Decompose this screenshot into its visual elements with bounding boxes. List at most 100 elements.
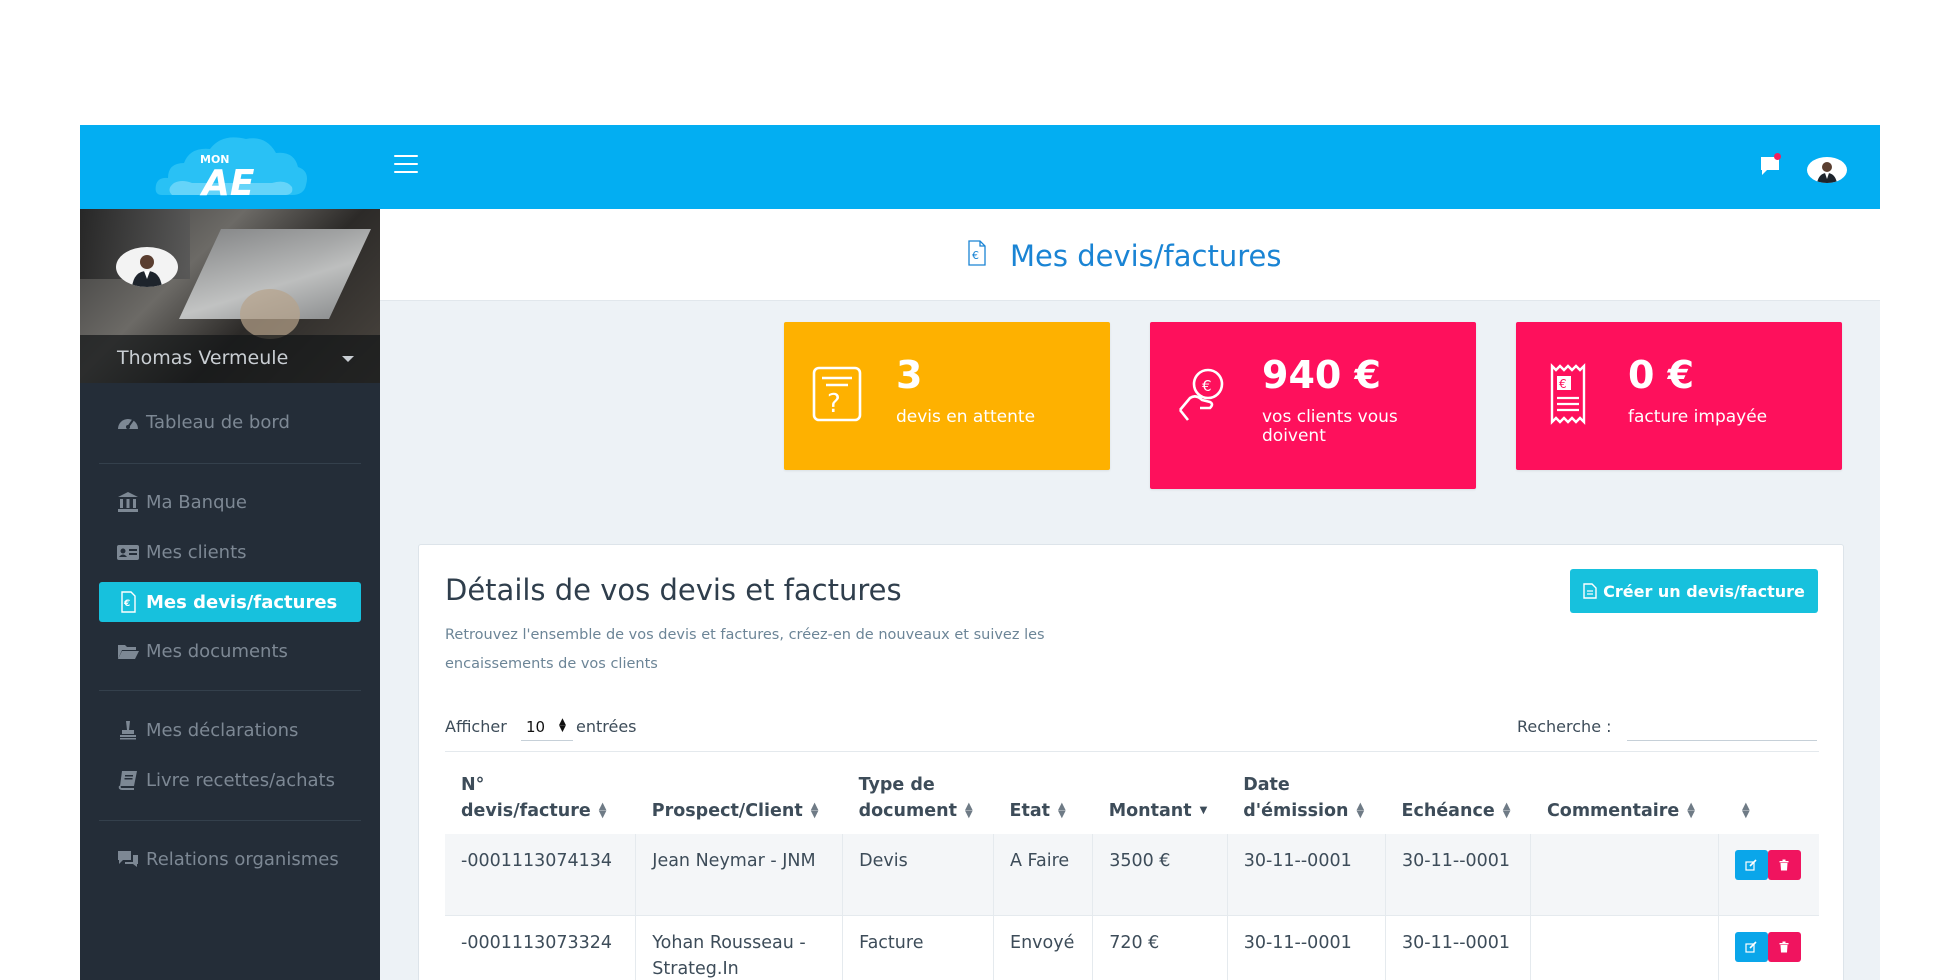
show-label: Afficher — [445, 717, 507, 736]
column-header-emission[interactable]: Date d'émission ▲ ▼ — [1227, 751, 1386, 834]
dashboard-icon — [118, 419, 138, 429]
sidebar-item-mes-documents[interactable]: Mes documents — [99, 626, 361, 676]
sidebar-item-label: Mes déclarations — [146, 719, 299, 741]
sidebar-item-mes-clients[interactable]: Mes clients — [99, 527, 361, 577]
caret-down-icon[interactable] — [342, 356, 354, 362]
invoices-table: N° devis/facture ▲ ▼ Prospect/Client ▲ ▼ Type… — [445, 751, 1819, 980]
column-header-client[interactable]: Prospect/Client ▲ ▼ — [635, 751, 843, 834]
stat-label: vos clients vous doivent — [1262, 407, 1398, 446]
select-arrows-icon: ▲ ▼ — [559, 717, 566, 734]
table-row[interactable]: -0001113074134 Jean Neymar - JNM Devis A… — [445, 833, 1819, 916]
cell-commentaire — [1530, 915, 1719, 980]
edit-button[interactable] — [1734, 849, 1768, 880]
stat-card-clients-doivent[interactable]: € 940 € vos clients vous doivent — [1150, 322, 1476, 489]
sort-icon: ▲ ▼ — [964, 800, 973, 820]
app-logo[interactable]: MON AE — [152, 133, 310, 204]
sidebar-item-mes-declarations[interactable]: Mes déclarations — [99, 705, 361, 755]
cell-actions — [1718, 833, 1819, 916]
sort-icon: ▲ ▼ — [1058, 800, 1066, 820]
svg-text:€: € — [123, 599, 130, 609]
cell-type: Facture — [842, 915, 995, 980]
sidebar-item-label: Mes clients — [146, 541, 247, 563]
invoice-icon: € — [121, 591, 136, 613]
delete-button[interactable] — [1767, 932, 1801, 962]
column-header-actions[interactable]: ▲ ▼ — [1718, 751, 1819, 834]
cell-commentaire — [1530, 833, 1719, 916]
search-input[interactable] — [1627, 711, 1817, 741]
cell-etat: Envoyé — [993, 915, 1094, 980]
svg-text:?: ? — [827, 389, 841, 419]
cell-echeance: 30-11--0001 — [1385, 833, 1532, 916]
stat-value: 0 € — [1628, 353, 1695, 397]
id-card-icon — [117, 545, 139, 560]
cell-actions — [1718, 915, 1819, 980]
sidebar-divider — [99, 820, 361, 821]
top-bar: MON AE — [80, 125, 1880, 209]
cell-emission: 30-11--0001 — [1227, 915, 1387, 980]
edit-button[interactable] — [1734, 932, 1768, 962]
notification-dot — [1774, 153, 1781, 160]
cell-montant: 3500 € — [1092, 833, 1228, 916]
sort-icon: ▲ ▼ — [1356, 800, 1365, 820]
delete-button[interactable] — [1767, 849, 1801, 880]
create-invoice-button[interactable]: Créer un devis/facture — [1570, 569, 1818, 613]
stat-label: devis en attente — [896, 407, 1036, 427]
page-header: € Mes devis/factures — [380, 209, 1880, 301]
column-header-echeance[interactable]: Echéance ▲ ▼ — [1385, 751, 1531, 834]
receipt-icon: € — [1550, 363, 1586, 425]
sidebar-item-label: Relations organismes — [146, 848, 339, 870]
trash-icon — [1779, 859, 1789, 870]
entries-select[interactable]: 10 ▲ ▼ — [521, 711, 573, 741]
svg-text:€: € — [1559, 377, 1567, 391]
sidebar-divider — [99, 690, 361, 691]
sidebar-divider — [99, 463, 361, 464]
svg-text:€: € — [1202, 377, 1212, 395]
column-header-montant[interactable]: Montant ▼ — [1092, 751, 1228, 834]
cell-etat: A Faire — [993, 833, 1094, 916]
column-header-numero[interactable]: N° devis/facture ▲ ▼ — [445, 751, 636, 834]
trash-icon — [1779, 941, 1789, 953]
column-header-type[interactable]: Type de document ▲ ▼ — [842, 751, 994, 834]
cell-montant: 720 € — [1092, 915, 1228, 980]
sidebar-item-ma-banque[interactable]: Ma Banque — [99, 477, 361, 527]
cell-client: Yohan Rousseau - Strateg.In — [635, 915, 844, 980]
sidebar-item-label: Mes devis/factures — [146, 591, 338, 613]
create-invoice-label: Créer un devis/facture — [1603, 581, 1805, 601]
user-avatar[interactable] — [1807, 157, 1847, 183]
cell-client: Jean Neymar - JNM — [635, 833, 844, 916]
stat-card-facture-impayee[interactable]: € 0 € facture impayée — [1516, 322, 1842, 470]
table-row[interactable]: -0001113073324 Yohan Rousseau - Strateg.… — [445, 915, 1819, 980]
edit-icon — [1745, 858, 1757, 871]
sidebar-item-relations-organismes[interactable]: Relations organismes — [99, 834, 361, 884]
stat-value: 940 € — [1262, 353, 1381, 397]
stat-label: facture impayée — [1628, 407, 1768, 427]
entries-label: entrées — [576, 717, 637, 736]
svg-text:€: € — [972, 249, 979, 262]
column-header-etat[interactable]: Etat ▲ ▼ — [993, 751, 1093, 834]
profile-avatar[interactable] — [116, 247, 178, 287]
cell-numero: -0001113074134 — [445, 833, 637, 916]
column-header-commentaire[interactable]: Commentaire ▲ ▼ — [1530, 751, 1718, 834]
search-label: Recherche : — [1517, 717, 1612, 736]
cell-echeance: 30-11--0001 — [1385, 915, 1532, 980]
question-document-icon: ? — [812, 366, 862, 422]
stat-card-devis-attente[interactable]: ? 3 devis en attente — [784, 322, 1110, 470]
app-window: MON AE Thomas Vermeule Tableau de bord M… — [80, 125, 1880, 980]
comments-icon — [118, 851, 138, 867]
sidebar-item-livre-recettes-achats[interactable]: Livre recettes/achats — [99, 755, 361, 805]
hamburger-icon[interactable] — [394, 155, 418, 175]
sidebar-item-label: Livre recettes/achats — [146, 769, 335, 791]
sidebar-item-label: Mes documents — [146, 640, 288, 662]
stamp-icon — [120, 721, 136, 740]
sort-icon: ▲ ▼ — [1502, 800, 1511, 820]
folder-open-icon — [118, 645, 139, 659]
sort-icon: ▲ ▼ — [810, 800, 819, 820]
card-title: Détails de vos devis et factures — [445, 573, 902, 607]
stat-value: 3 — [896, 353, 923, 397]
sort-icon: ▲ ▼ — [1742, 800, 1750, 820]
svg-text:AE: AE — [199, 163, 255, 203]
cell-emission: 30-11--0001 — [1227, 833, 1387, 916]
sidebar-item-tableau-de-bord[interactable]: Tableau de bord — [99, 397, 361, 447]
card-subtitle: Retrouvez l'ensemble de vos devis et fac… — [445, 627, 1045, 672]
sidebar-item-mes-devis-factures[interactable]: € Mes devis/factures — [99, 582, 361, 622]
